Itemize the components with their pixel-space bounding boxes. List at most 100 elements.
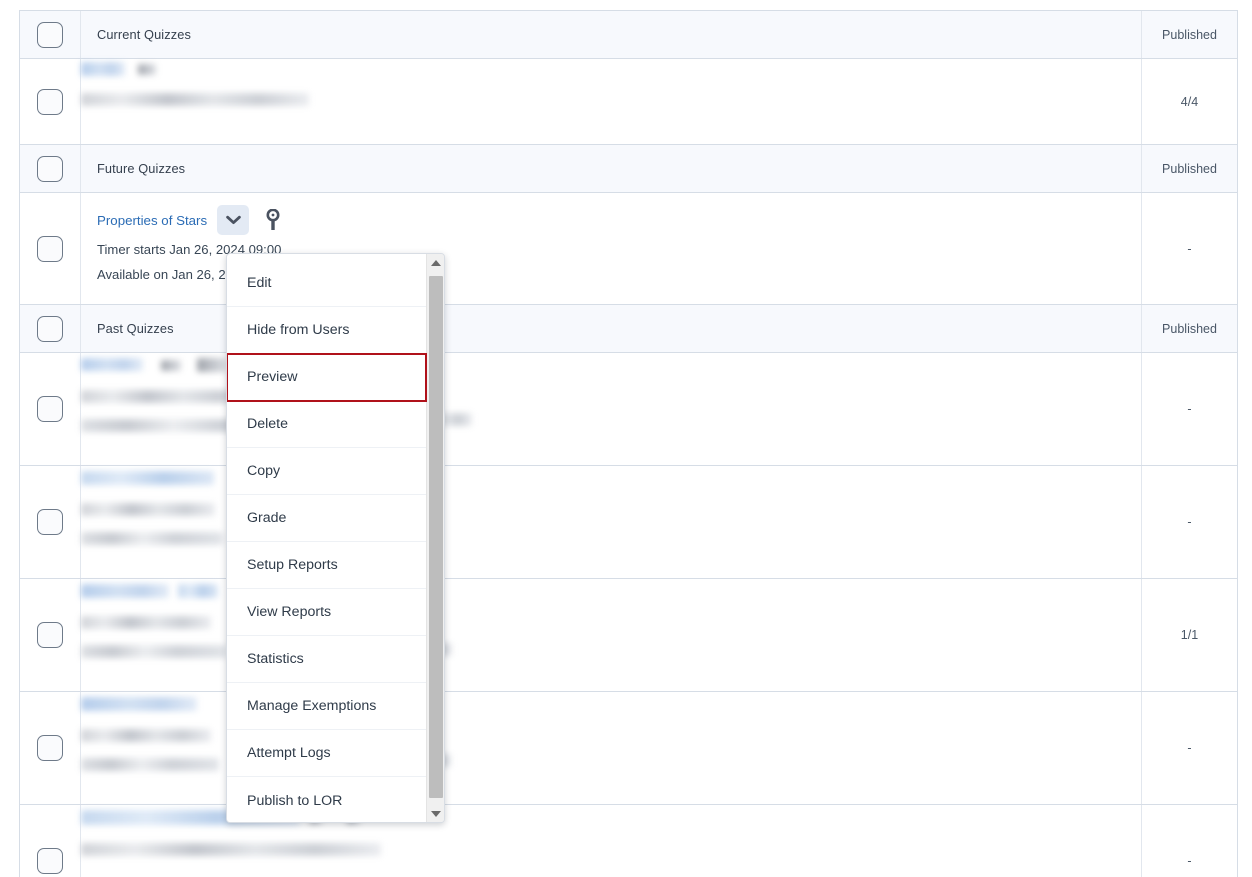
status-header-past: Published [1141, 305, 1237, 352]
checkbox-group-current[interactable] [37, 21, 63, 48]
status-header-future: Published [1141, 145, 1237, 192]
menu-item-publish-to-lor[interactable]: Publish to LOR [227, 777, 426, 822]
row-select-cell[interactable] [20, 193, 81, 304]
row-select-cell[interactable] [20, 692, 81, 804]
menu-item-label: Setup Reports [247, 557, 338, 573]
triangle-down-icon [430, 810, 441, 817]
scrollbar-thumb[interactable] [429, 276, 443, 798]
menu-item-label: Grade [247, 510, 287, 526]
table-row: - [20, 466, 1237, 579]
menu-item-attempt-logs[interactable]: Attempt Logs [227, 730, 426, 777]
menu-item-copy[interactable]: Copy [227, 448, 426, 495]
select-all-cell-current[interactable] [20, 11, 81, 58]
status-header-current: Published [1141, 11, 1237, 58]
redacted-meta-bar [81, 503, 215, 516]
redacted-quiz-content [81, 59, 1141, 144]
menu-item-preview[interactable]: Preview [227, 353, 427, 402]
quiz-title-line: Properties of Stars [97, 205, 1125, 235]
menu-item-label: Attempt Logs [247, 745, 331, 761]
quiz-actions-chevron-button[interactable] [217, 205, 250, 235]
menu-item-edit[interactable]: Edit [227, 260, 426, 307]
select-all-cell-past[interactable] [20, 305, 81, 352]
checkbox-row[interactable] [37, 735, 63, 761]
row-status: - [1141, 692, 1237, 804]
checkbox-row[interactable] [37, 235, 63, 262]
menu-item-view-reports[interactable]: View Reports [227, 589, 426, 636]
redacted-badge [161, 360, 181, 371]
row-select-cell[interactable] [20, 353, 81, 465]
select-all-cell-future[interactable] [20, 145, 81, 192]
menu-item-label: Preview [247, 369, 298, 385]
menu-item-label: Statistics [247, 651, 304, 667]
key-icon [263, 208, 283, 232]
redacted-meta-bar-2 [81, 758, 219, 771]
menu-item-label: Delete [247, 416, 289, 432]
quiz-link-properties-of-stars[interactable]: Properties of Stars [97, 213, 207, 228]
row-select-cell[interactable] [20, 59, 81, 144]
triangle-up-icon [430, 259, 441, 266]
checkbox-row[interactable] [37, 848, 63, 874]
quizzes-table: Current Quizzes Published 4/4 Future Qui… [19, 10, 1238, 877]
chevron-down-icon [225, 215, 241, 224]
menu-item-label: View Reports [247, 604, 332, 620]
row-status: - [1141, 805, 1237, 877]
table-row: - [20, 692, 1237, 805]
row-status: 4/4 [1141, 59, 1237, 144]
group-title-cell-current: Current Quizzes [81, 11, 1141, 58]
redacted-meta-bar [81, 616, 211, 629]
checkbox-row[interactable] [37, 88, 63, 115]
quiz-actions-context-menu: Edit Hide from Users Preview Delete Copy… [226, 253, 445, 823]
menu-item-label: Edit [247, 275, 272, 291]
redacted-title-bar-2 [178, 584, 218, 598]
table-row: - [20, 805, 1237, 877]
group-header-row: Past Quizzes Published [20, 305, 1237, 353]
menu-item-label: Copy [247, 463, 281, 479]
redacted-title-bar [81, 471, 214, 485]
menu-item-statistics[interactable]: Statistics [227, 636, 426, 683]
menu-item-grade[interactable]: Grade [227, 495, 426, 542]
redacted-title-bar [81, 358, 143, 371]
scrollbar-down-arrow[interactable] [427, 805, 444, 822]
group-label-future: Future Quizzes [97, 161, 186, 176]
menu-item-setup-reports[interactable]: Setup Reports [227, 542, 426, 589]
quizzes-list-screen: Current Quizzes Published 4/4 Future Qui… [0, 0, 1252, 877]
redacted-title-bar [81, 697, 197, 711]
group-header-row: Future Quizzes Published [20, 145, 1237, 193]
group-header-row: Current Quizzes Published [20, 11, 1237, 59]
scrollbar-up-arrow[interactable] [427, 254, 444, 271]
menu-item-label: Publish to LOR [247, 792, 343, 809]
row-status: 1/1 [1141, 579, 1237, 691]
table-row: 1/1 [20, 579, 1237, 692]
menu-item-manage-exemptions[interactable]: Manage Exemptions [227, 683, 426, 730]
redacted-badge-2 [197, 358, 227, 372]
context-menu-list: Edit Hide from Users Preview Delete Copy… [227, 254, 427, 822]
row-status: - [1141, 353, 1237, 465]
redacted-meta-bar [81, 93, 309, 106]
row-select-cell[interactable] [20, 466, 81, 578]
checkbox-row[interactable] [37, 622, 63, 648]
group-label-past: Past Quizzes [97, 321, 174, 336]
table-row: - [20, 353, 1237, 466]
redacted-meta-bar [81, 843, 381, 856]
redacted-meta-bar [81, 729, 211, 742]
redacted-title-bar [81, 584, 169, 598]
checkbox-group-past[interactable] [37, 315, 63, 342]
row-status: - [1141, 466, 1237, 578]
redacted-title-bar [81, 62, 125, 76]
row-select-cell[interactable] [20, 805, 81, 877]
checkbox-row[interactable] [37, 396, 63, 422]
checkbox-group-future[interactable] [37, 155, 63, 182]
redacted-badge [138, 64, 156, 75]
table-row-properties-of-stars: Properties of Stars Timer starts Jan 26,… [20, 193, 1237, 305]
menu-item-label: Manage Exemptions [247, 698, 377, 714]
row-select-cell[interactable] [20, 579, 81, 691]
menu-item-delete[interactable]: Delete [227, 401, 426, 448]
table-row: 4/4 [20, 59, 1237, 145]
group-title-cell-future: Future Quizzes [81, 145, 1141, 192]
menu-item-label: Hide from Users [247, 322, 350, 338]
menu-item-hide-from-users[interactable]: Hide from Users [227, 307, 426, 354]
checkbox-row[interactable] [37, 509, 63, 535]
key-icon-glyph [266, 209, 280, 230]
context-menu-scrollbar[interactable] [426, 254, 444, 822]
redacted-meta-bar-2 [81, 532, 223, 545]
